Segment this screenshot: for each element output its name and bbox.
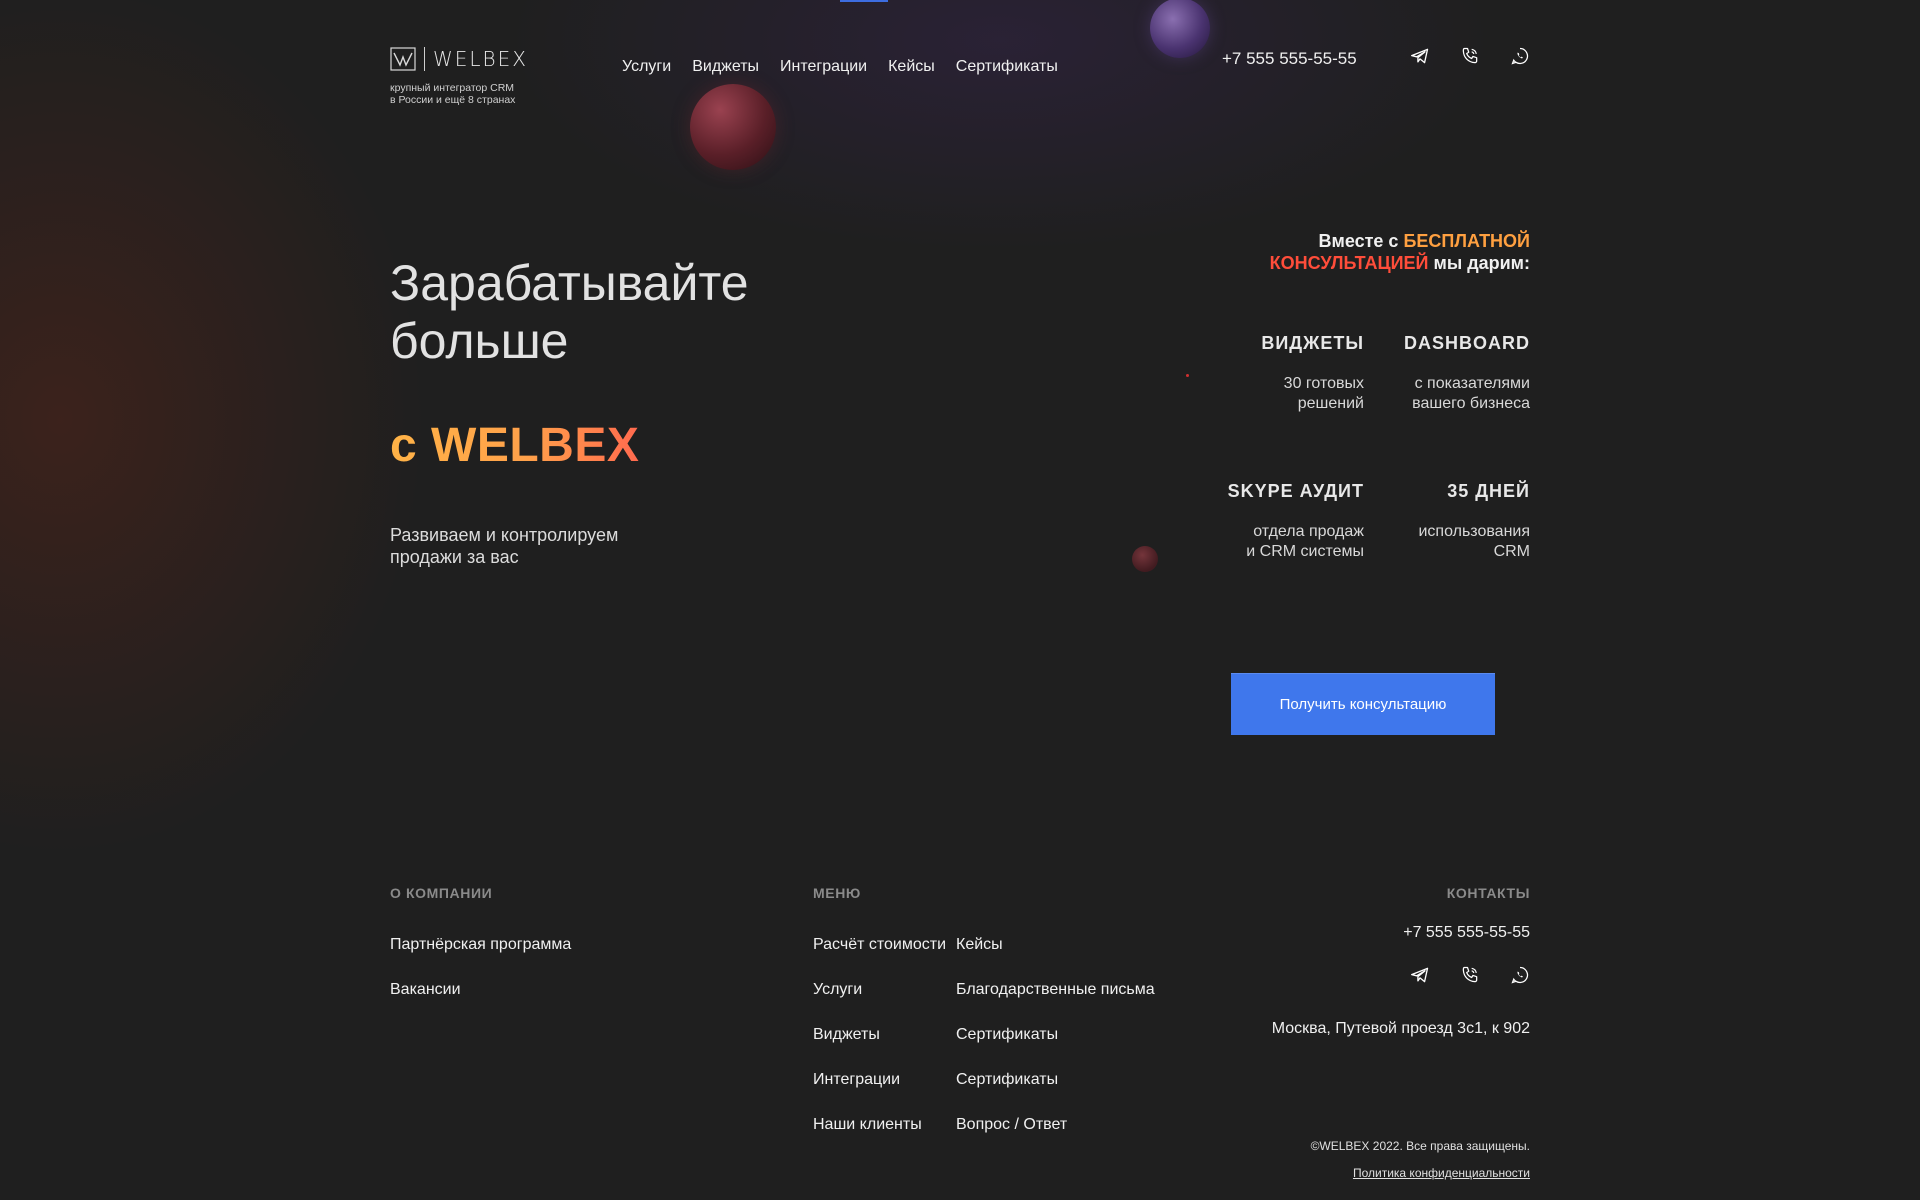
feature-dashboard: DASHBOARD с показателями вашего бизнеса — [1404, 333, 1530, 414]
offer-prefix: Вместе с — [1318, 231, 1399, 251]
feature-desc-line: и CRM системы — [1246, 543, 1364, 560]
hero-title-line: Зарабатывайте — [390, 255, 749, 311]
feature-desc-line: 30 готовых — [1283, 375, 1364, 392]
feature-desc-line: вашего бизнеса — [1412, 395, 1530, 412]
telegram-icon[interactable] — [1410, 46, 1430, 66]
feature-desc-line: с показателями — [1414, 375, 1530, 392]
feature-title: SKYPE АУДИТ — [1227, 481, 1364, 501]
privacy-policy-link[interactable]: Политика конфиденциальности — [1353, 1166, 1530, 1180]
footer-link-thank-you-letters[interactable]: Благодарственные письма — [956, 981, 1155, 999]
offer-highlight-free: БЕСПЛАТНОЙ — [1403, 231, 1530, 251]
header-phone-link[interactable]: +7 555 555-55-55 — [1222, 49, 1357, 69]
footer-contacts-heading: КОНТАКТЫ — [1446, 885, 1530, 901]
footer-about-heading: О КОМПАНИИ — [390, 885, 493, 901]
footer-copyright: ©WELBEX 2022. Все права защищены. — [1310, 1139, 1530, 1153]
whatsapp-icon[interactable] — [1510, 965, 1530, 985]
feature-desc: использования CRM — [1418, 522, 1530, 562]
nav-item-services[interactable]: Услуги — [622, 58, 671, 76]
footer-link-widgets[interactable]: Виджеты — [813, 1026, 880, 1044]
footer-link-certificates[interactable]: Сертификаты — [956, 1026, 1058, 1044]
phone-icon[interactable] — [1460, 46, 1480, 66]
feature-35-days: 35 ДНЕЙ использования CRM — [1418, 481, 1530, 562]
hero-subtitle: Развиваем и контролируем продажи за вас — [390, 524, 690, 568]
footer-link-faq[interactable]: Вопрос / Ответ — [956, 1116, 1067, 1134]
hero-title: Зарабатывайте больше — [390, 254, 749, 370]
tagline-line: крупный интегратор CRM — [390, 82, 515, 94]
footer-social-links — [1410, 965, 1530, 985]
logo-mark-icon — [390, 47, 416, 71]
feature-title: ВИДЖЕТЫ — [1261, 333, 1364, 353]
footer-link-vacancies[interactable]: Вакансии — [390, 981, 461, 999]
decorative-dot — [1186, 374, 1189, 377]
phone-icon[interactable] — [1460, 965, 1480, 985]
logo-separator — [424, 47, 425, 71]
feature-desc-line: отдела продаж — [1253, 523, 1364, 540]
hero-title-line: больше — [390, 313, 569, 369]
feature-desc-line: использования — [1418, 523, 1530, 540]
nav-item-integrations[interactable]: Интеграции — [780, 58, 867, 76]
offer-suffix: мы дарим: — [1433, 253, 1531, 273]
page: WELBEX крупный интегратор CRM в России и… — [0, 0, 1920, 1200]
tagline-line: в России и ещё 8 странах — [390, 94, 516, 106]
feature-desc-line: CRM — [1493, 543, 1530, 560]
hero-brand: с WELBEX — [390, 419, 640, 472]
logo-text: WELBEX — [433, 47, 528, 71]
header-social-links — [1410, 46, 1530, 66]
hero-subtitle-line: Развиваем и контролируем — [390, 525, 619, 545]
telegram-icon[interactable] — [1410, 965, 1430, 985]
decorative-sphere — [690, 84, 776, 170]
nav-item-cases[interactable]: Кейсы — [888, 58, 935, 76]
decorative-sphere — [1150, 0, 1210, 58]
footer-link-integrations[interactable]: Интеграции — [813, 1071, 900, 1089]
footer-link-services[interactable]: Услуги — [813, 981, 862, 999]
feature-desc-line: решений — [1297, 395, 1364, 412]
nav-item-widgets[interactable]: Виджеты — [692, 58, 759, 76]
footer-address: Москва, Путевой проезд 3с1, к 902 — [1271, 1020, 1530, 1037]
feature-title: 35 ДНЕЙ — [1447, 481, 1530, 501]
feature-desc: 30 готовых решений — [1261, 374, 1364, 414]
whatsapp-icon[interactable] — [1510, 46, 1530, 66]
footer-link-pricing[interactable]: Расчёт стоимости — [813, 936, 946, 954]
feature-widgets: ВИДЖЕТЫ 30 готовых решений — [1261, 333, 1364, 414]
feature-desc: с показателями вашего бизнеса — [1404, 374, 1530, 414]
feature-desc: отдела продаж и CRM системы — [1228, 522, 1364, 562]
hero-subtitle-line: продажи за вас — [390, 547, 519, 567]
decorative-sphere — [1132, 546, 1158, 572]
footer-link-cases[interactable]: Кейсы — [956, 936, 1003, 954]
offer-highlight-consult: КОНСУЛЬТАЦИЕЙ — [1269, 253, 1429, 273]
offer-heading: Вместе с БЕСПЛАТНОЙ КОНСУЛЬТАЦИЕЙ мы дар… — [1200, 230, 1530, 274]
footer-link-partner-program[interactable]: Партнёрская программа — [390, 936, 571, 954]
footer-phone-link[interactable]: +7 555 555-55-55 — [1403, 924, 1530, 942]
logo-tagline: крупный интегратор CRM в России и ещё 8 … — [390, 82, 550, 106]
feature-title: DASHBOARD — [1404, 333, 1530, 353]
logo[interactable]: WELBEX — [390, 46, 540, 72]
footer-link-certificates-2[interactable]: Сертификаты — [956, 1071, 1058, 1089]
main-nav: Услуги Виджеты Интеграции Кейсы Сертифик… — [622, 58, 1058, 76]
feature-skype-audit: SKYPE АУДИТ отдела продаж и CRM системы — [1228, 481, 1364, 562]
get-consultation-button[interactable]: Получить консультацию — [1231, 673, 1495, 735]
footer-menu-heading: МЕНЮ — [813, 885, 861, 901]
footer-link-clients[interactable]: Наши клиенты — [813, 1116, 922, 1134]
top-accent-line — [840, 0, 888, 2]
nav-item-certificates[interactable]: Сертификаты — [956, 58, 1058, 76]
